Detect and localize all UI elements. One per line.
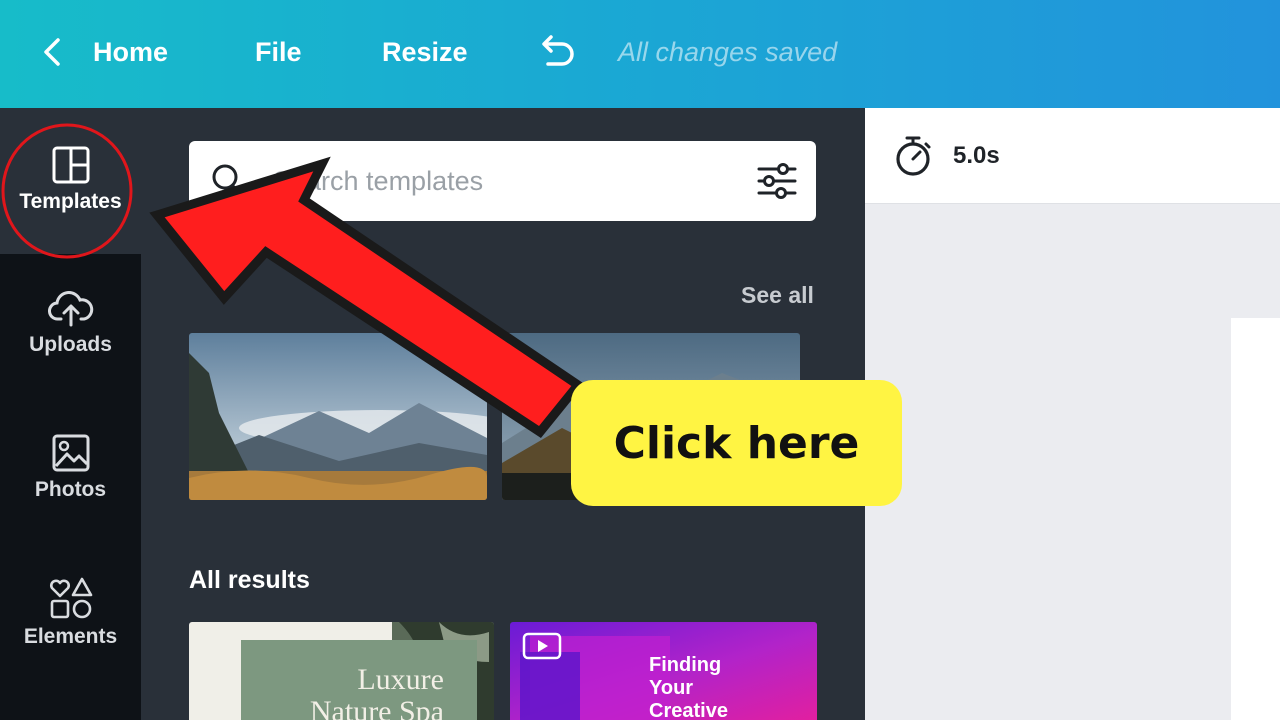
template-title-line: Creative xyxy=(649,700,728,720)
top-bar: Home File Resize All changes saved xyxy=(0,0,1280,108)
template-title-line: Finding xyxy=(649,654,722,676)
mountain-landscape-image xyxy=(189,333,487,500)
shapes-icon xyxy=(49,577,92,619)
duration-text[interactable]: 5.0s xyxy=(953,142,1000,170)
sidebar-item-photos[interactable]: Photos xyxy=(0,434,141,502)
search-box[interactable] xyxy=(189,141,816,221)
sidebar-item-label: Uploads xyxy=(29,333,112,356)
resize-button[interactable]: Resize xyxy=(382,34,468,70)
template-thumbnail-mountain-1[interactable] xyxy=(189,333,487,500)
callout-text: Click here xyxy=(613,417,860,469)
sidebar-item-label: Elements xyxy=(23,625,118,648)
cloud-upload-icon xyxy=(47,291,93,327)
photo-icon xyxy=(52,434,89,472)
sidebar-item-uploads[interactable]: Uploads xyxy=(0,287,141,357)
templates-icon xyxy=(52,146,89,184)
click-here-callout: Click here xyxy=(571,380,902,506)
video-icon xyxy=(522,632,562,660)
sidebar-item-label: Templates xyxy=(19,190,122,213)
template-title-line: Luxure xyxy=(357,663,444,696)
filter-sliders-icon[interactable] xyxy=(756,161,798,201)
chevron-left-icon[interactable] xyxy=(38,36,66,68)
save-status-text: All changes saved xyxy=(618,37,838,67)
home-button[interactable]: Home xyxy=(93,34,168,70)
sidebar-item-templates[interactable]: Templates xyxy=(0,146,141,214)
design-page[interactable] xyxy=(1231,318,1280,720)
search-icon xyxy=(212,164,244,198)
template-title-line: Nature Spa xyxy=(309,695,444,720)
sidebar-item-elements[interactable]: Elements xyxy=(0,577,141,649)
search-input[interactable] xyxy=(273,161,733,201)
template-title-line: Your xyxy=(649,677,694,699)
undo-icon[interactable] xyxy=(536,34,578,70)
file-menu-button[interactable]: File xyxy=(255,34,302,70)
template-card-luxure-spa[interactable]: Luxure Nature Spa xyxy=(189,622,494,720)
see-all-link[interactable]: See all xyxy=(741,282,814,309)
all-results-heading: All results xyxy=(189,566,310,594)
template-card-finding-creative[interactable]: Finding Your Creative xyxy=(510,622,817,720)
stopwatch-icon[interactable] xyxy=(891,134,935,178)
sidebar-item-label: Photos xyxy=(34,478,107,501)
design-workspace xyxy=(865,204,1280,720)
